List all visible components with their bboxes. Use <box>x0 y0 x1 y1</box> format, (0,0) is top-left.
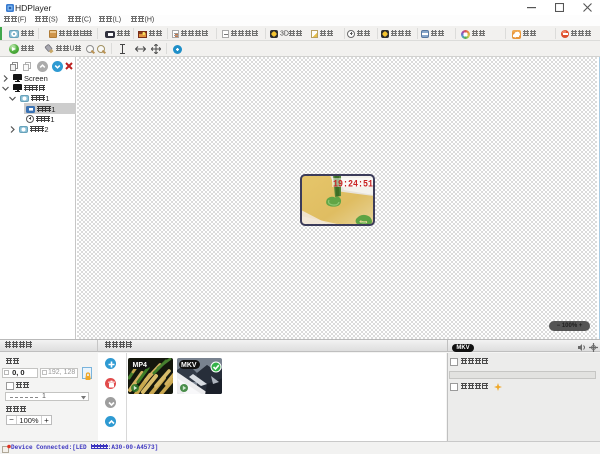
svg-text:19:24:51: 19:24:51 <box>333 178 373 190</box>
svg-text:MP4: MP4 <box>133 362 148 369</box>
svg-text:MKV: MKV <box>181 362 197 369</box>
